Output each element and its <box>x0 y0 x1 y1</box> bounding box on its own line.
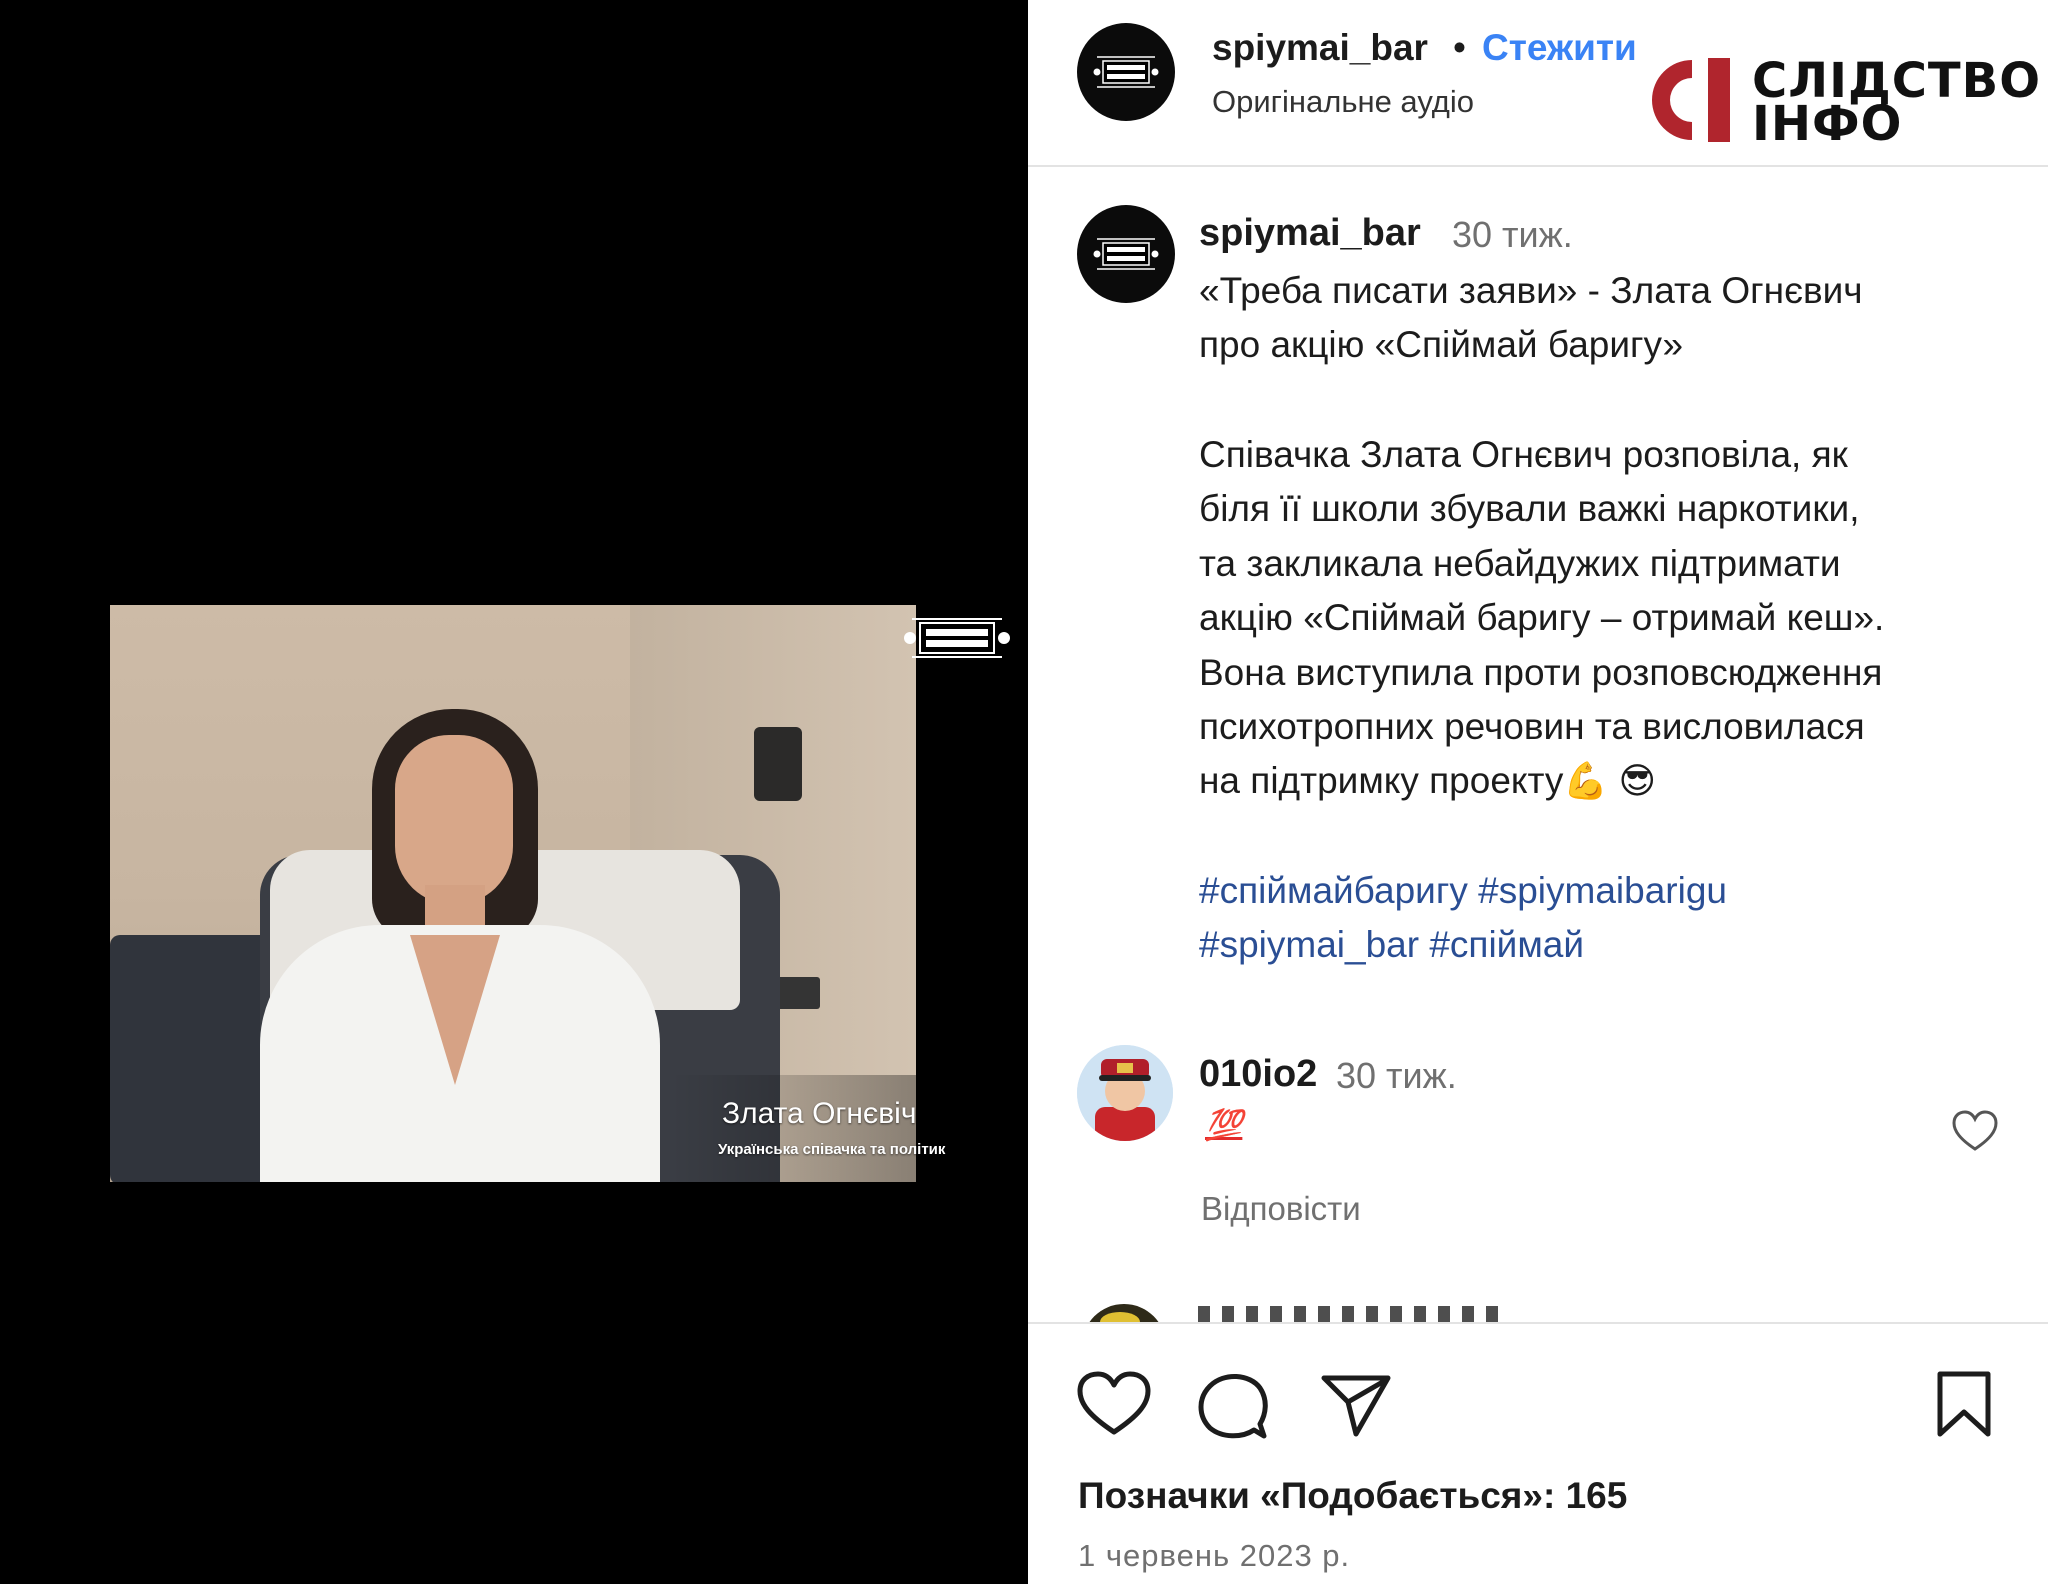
actions-divider <box>1028 1322 2048 1324</box>
comment-timestamp[interactable]: 30 тиж. <box>1336 1055 1457 1097</box>
post-date: 1 червень 2023 р. <box>1078 1538 1351 1573</box>
next-comment-avatar <box>1082 1304 1166 1322</box>
caption-line: акцію «Спіймай баригу – отримай кеш». <box>1199 597 1885 638</box>
bookmark-icon[interactable] <box>1934 1370 1994 1440</box>
video-watermark-logo-icon <box>904 618 1010 658</box>
comment-text: 💯 <box>1205 1109 1243 1142</box>
caption-line: психотропних речовин та висловилася <box>1199 706 1865 747</box>
avatar[interactable] <box>1077 23 1175 121</box>
hashtag-link[interactable]: #спіймай <box>1429 924 1584 965</box>
brand-line-2: ІНФО <box>1752 96 1903 152</box>
likes-label: Позначки «Подобається»: <box>1078 1475 1556 1516</box>
header-divider <box>1028 165 2048 167</box>
heart-icon[interactable] <box>1076 1370 1152 1438</box>
video-wall-lamp <box>754 727 802 801</box>
reply-button[interactable]: Відповісти <box>1201 1190 1361 1228</box>
caption-line: Співачка Злата Огнєвич розповіла, як <box>1199 434 1848 475</box>
caption-line: «Треба писати заяви» - Злата Огнєвич <box>1199 270 1863 311</box>
video-speaker-role: Українська співачка та політик <box>718 1141 946 1158</box>
hashtag-link[interactable]: #спіймайбаригу <box>1199 870 1468 911</box>
commenter-photo-icon <box>1077 1045 1173 1141</box>
caption-line: про акцію «Спіймай баригу» <box>1199 324 1684 365</box>
sunglasses-face-icon: 😎 <box>1618 760 1657 801</box>
caption-timestamp[interactable]: 30 тиж. <box>1452 214 1573 256</box>
next-comment-text-cropped <box>1198 1306 1498 1322</box>
comment-heart-icon[interactable] <box>1950 1107 2000 1157</box>
caption-line-text: на підтримку проекту <box>1199 760 1564 801</box>
caption-username[interactable]: spiymai_bar <box>1199 212 1421 255</box>
caption-line: Вона виступила проти розповсюдження <box>1199 652 1883 693</box>
flexed-biceps-icon: 💪 <box>1563 760 1609 801</box>
caption-line: біля її школи збували важкі наркотики, <box>1199 488 1860 529</box>
hashtag-link[interactable]: #spiymaibarigu <box>1478 870 1727 911</box>
video-speaker-face <box>395 735 513 905</box>
header-username[interactable]: spiymai_bar <box>1212 27 1428 69</box>
likes-number: 165 <box>1565 1475 1628 1516</box>
spiymai-logo-icon <box>1093 238 1159 270</box>
spiymai-logo-icon <box>1093 56 1159 88</box>
header-separator: • <box>1453 27 1466 68</box>
original-audio-link[interactable]: Оригінальне аудіо <box>1212 84 1474 120</box>
comment-avatar[interactable] <box>1077 1045 1173 1141</box>
paper-plane-icon[interactable] <box>1320 1372 1392 1438</box>
video-frame[interactable] <box>110 605 916 1182</box>
video-player[interactable]: Злата Огнєвіч Українська співачка та пол… <box>0 0 1028 1584</box>
hashtag-line: #spiymai_bar #спіймай <box>1199 924 1584 966</box>
caption-avatar[interactable] <box>1077 205 1175 303</box>
hashtag-link[interactable]: #spiymai_bar <box>1199 924 1419 965</box>
comment-bubble-icon[interactable] <box>1198 1370 1270 1440</box>
caption-line: на підтримку проекту💪 😎 <box>1199 760 1656 802</box>
next-comment-partial <box>1028 1300 2048 1322</box>
comment-username[interactable]: 010io2 <box>1199 1053 1317 1096</box>
video-speaker-name: Злата Огнєвіч <box>722 1097 917 1130</box>
follow-button[interactable]: Стежити <box>1482 27 1637 69</box>
caption-line: та закликала небайдужих підтримати <box>1199 543 1841 584</box>
hashtag-line: #спіймайбаригу #spiymaibarigu <box>1199 870 1727 912</box>
likes-count[interactable]: Позначки «Подобається»: 165 <box>1078 1475 1627 1517</box>
